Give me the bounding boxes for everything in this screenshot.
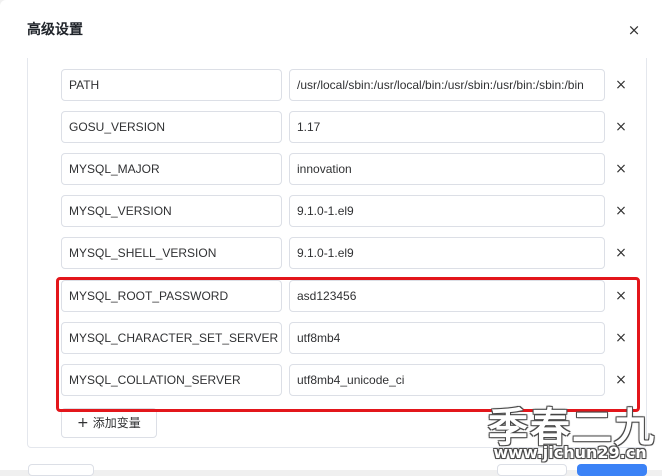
remove-row-icon[interactable]: × bbox=[611, 243, 631, 263]
dialog-title: 高级设置 bbox=[27, 22, 83, 38]
env-row: MYSQL_CHARACTER_SET_SERVER utf8mb4 × bbox=[28, 322, 648, 354]
env-value-input[interactable]: 9.1.0-1.el9 bbox=[289, 195, 605, 227]
footer-button[interactable] bbox=[28, 464, 94, 476]
remove-row-icon[interactable]: × bbox=[611, 159, 631, 179]
remove-row-icon[interactable]: × bbox=[611, 117, 631, 137]
env-value-input[interactable]: 9.1.0-1.el9 bbox=[289, 237, 605, 269]
env-value-input[interactable]: asd123456 bbox=[289, 280, 605, 312]
env-vars-panel: PATH /usr/local/sbin:/usr/local/bin:/usr… bbox=[27, 58, 647, 448]
env-row: MYSQL_COLLATION_SERVER utf8mb4_unicode_c… bbox=[28, 364, 648, 396]
env-row: MYSQL_VERSION 9.1.0-1.el9 × bbox=[28, 195, 648, 227]
env-value-input[interactable]: utf8mb4 bbox=[289, 322, 605, 354]
env-row: MYSQL_SHELL_VERSION 9.1.0-1.el9 × bbox=[28, 237, 648, 269]
footer-primary-button[interactable] bbox=[577, 464, 647, 476]
env-key-input[interactable]: MYSQL_SHELL_VERSION bbox=[61, 237, 282, 269]
env-key-input[interactable]: GOSU_VERSION bbox=[61, 111, 282, 143]
close-icon[interactable]: × bbox=[624, 20, 644, 40]
remove-row-icon[interactable]: × bbox=[611, 370, 631, 390]
env-row: GOSU_VERSION 1.17 × bbox=[28, 111, 648, 143]
remove-row-icon[interactable]: × bbox=[611, 75, 631, 95]
env-value-input[interactable]: innovation bbox=[289, 153, 605, 185]
dialog-header: 高级设置 × bbox=[0, 0, 662, 58]
env-key-input[interactable]: MYSQL_COLLATION_SERVER bbox=[61, 364, 282, 396]
env-value-input[interactable]: 1.17 bbox=[289, 111, 605, 143]
remove-row-icon[interactable]: × bbox=[611, 328, 631, 348]
env-key-input[interactable]: MYSQL_VERSION bbox=[61, 195, 282, 227]
remove-row-icon[interactable]: × bbox=[611, 286, 631, 306]
advanced-settings-dialog: 高级设置 × PATH /usr/local/sbin:/usr/local/b… bbox=[0, 0, 662, 476]
env-value-input[interactable]: /usr/local/sbin:/usr/local/bin:/usr/sbin… bbox=[289, 69, 605, 101]
env-row: MYSQL_ROOT_PASSWORD asd123456 × bbox=[28, 280, 648, 312]
env-row: MYSQL_MAJOR innovation × bbox=[28, 153, 648, 185]
footer-button[interactable] bbox=[497, 464, 567, 476]
add-variable-button[interactable]: + 添加变量 bbox=[61, 408, 157, 438]
remove-row-icon[interactable]: × bbox=[611, 201, 631, 221]
env-key-input[interactable]: MYSQL_CHARACTER_SET_SERVER bbox=[61, 322, 282, 354]
env-key-input[interactable]: MYSQL_MAJOR bbox=[61, 153, 282, 185]
env-key-input[interactable]: PATH bbox=[61, 69, 282, 101]
plus-icon: + bbox=[77, 415, 89, 431]
env-value-input[interactable]: utf8mb4_unicode_ci bbox=[289, 364, 605, 396]
env-row: PATH /usr/local/sbin:/usr/local/bin:/usr… bbox=[28, 69, 648, 101]
env-key-input[interactable]: MYSQL_ROOT_PASSWORD bbox=[61, 280, 282, 312]
add-variable-label: 添加变量 bbox=[92, 416, 141, 430]
